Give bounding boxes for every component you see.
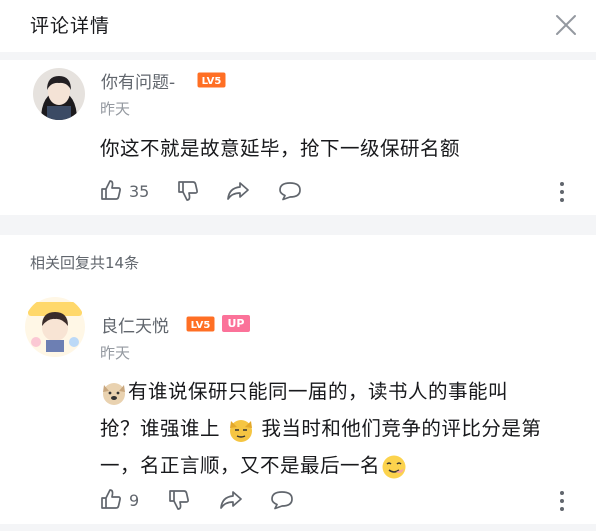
svg-text:LV5: LV5 [202, 76, 222, 87]
reply-username[interactable]: 良仁天悦 [101, 312, 169, 337]
thumb-up-icon[interactable] [100, 488, 122, 510]
smug-face-emoji-icon [382, 455, 406, 478]
more-icon[interactable] [557, 489, 567, 513]
level-badge: LV5 [186, 316, 215, 332]
thumb-down-icon[interactable] [177, 180, 199, 202]
reply-content-line: 一，名正言顺，又不是最后一名 [100, 449, 408, 481]
section-divider [0, 215, 596, 235]
dog-emoji-icon [103, 382, 125, 405]
avatar[interactable] [33, 68, 85, 120]
replies-count: 相关回复共14条 [30, 254, 140, 272]
like-count: 9 [129, 491, 140, 510]
main-comment: 你有问题- LV5 昨天 你这不就是故意延毕，抢下一级保研名额 35 [0, 60, 596, 215]
share-icon[interactable] [226, 181, 250, 201]
reply-icon[interactable] [270, 490, 294, 510]
reply-icon[interactable] [278, 181, 302, 201]
svg-text:LV5: LV5 [191, 320, 211, 331]
comment-content: 你这不就是故意延毕，抢下一级保研名额 [100, 137, 461, 160]
up-badge: UP [222, 315, 250, 332]
reply-content-line: 有谁说保研只能同一届的，读书人的事能叫 [100, 375, 508, 407]
section-divider [0, 52, 596, 60]
page-title: 评论详情 [30, 15, 111, 37]
reply-time: 昨天 [100, 344, 131, 362]
bottom-divider [0, 524, 596, 531]
avatar[interactable] [24, 296, 86, 358]
share-icon[interactable] [219, 490, 243, 510]
reply-comment: 良仁天悦 LV5 UP 昨天 有谁说保研只能同一届的，读书人的事能叫 抢？谁强谁… [0, 290, 596, 524]
header-bar: 评论详情 [0, 0, 596, 52]
comment-username[interactable]: 你有问题- [101, 68, 175, 93]
doge-emoji-icon [229, 419, 252, 442]
more-icon[interactable] [557, 180, 567, 204]
level-badge: LV5 [197, 72, 226, 88]
thumb-down-icon[interactable] [168, 489, 190, 511]
thumb-up-icon[interactable] [100, 179, 122, 201]
reply-content-line: 抢？谁强谁上 我当时和他们竞争的评比分是第 [100, 412, 541, 444]
comment-time: 昨天 [100, 100, 131, 118]
like-count: 35 [129, 182, 150, 201]
close-icon[interactable] [553, 12, 579, 38]
